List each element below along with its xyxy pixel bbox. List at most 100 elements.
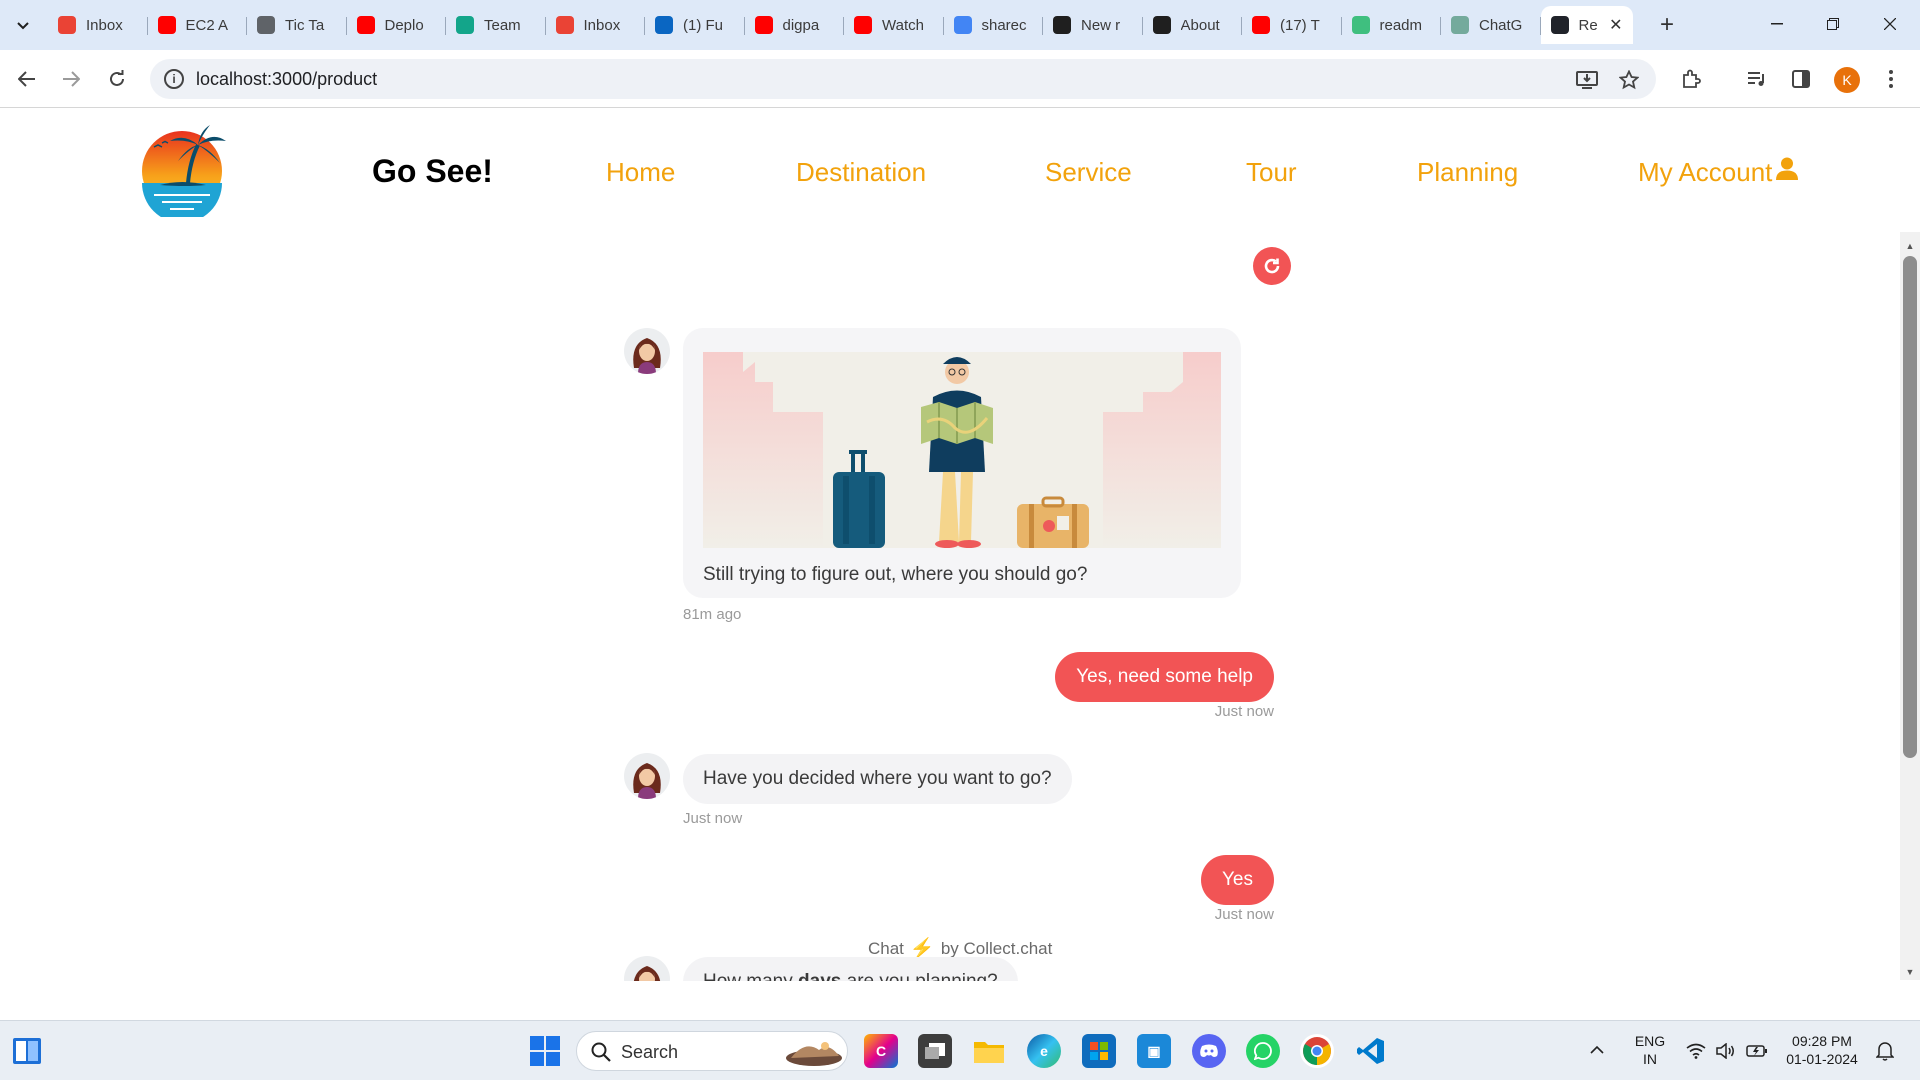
media-controls-icon[interactable] <box>1742 64 1772 94</box>
url-text[interactable]: localhost:3000/product <box>196 69 377 90</box>
browser-tab[interactable]: (17) T <box>1242 6 1342 44</box>
bot-message-card: Still trying to figure out, where you sh… <box>683 328 1241 598</box>
browser-tab[interactable]: Inbox <box>48 6 148 44</box>
browser-tab-active[interactable]: Re ✕ <box>1540 6 1633 44</box>
back-arrow-icon <box>18 71 35 87</box>
minimize-button[interactable] <box>1754 8 1800 40</box>
message-timestamp: Just now <box>683 810 743 827</box>
tab-title: EC2 A <box>185 16 229 34</box>
address-bar[interactable]: i localhost:3000/product <box>150 59 1656 99</box>
scrollbar-thumb[interactable] <box>1903 256 1917 758</box>
install-app-icon[interactable] <box>1574 67 1600 93</box>
discord-icon[interactable] <box>1192 1034 1226 1068</box>
youtube-icon <box>754 16 773 34</box>
browser-tab[interactable]: Inbox <box>546 6 646 44</box>
bot-avatar <box>624 328 670 374</box>
tab-title: Deplo <box>384 16 424 34</box>
github-icon <box>1053 16 1071 34</box>
bot-avatar <box>624 753 670 799</box>
browser-tab[interactable]: digpa <box>745 6 845 44</box>
youtube-icon <box>157 16 176 34</box>
nav-home[interactable]: Home <box>606 157 675 188</box>
edge-browser-icon[interactable]: e <box>1027 1034 1061 1068</box>
browser-tab[interactable]: sharec <box>944 6 1044 44</box>
site-info-icon[interactable]: i <box>164 69 184 89</box>
browser-menu-icon[interactable] <box>1876 64 1906 94</box>
extensions-icon[interactable] <box>1676 64 1706 94</box>
linkedin-icon <box>655 16 673 34</box>
profile-avatar[interactable]: K <box>1834 67 1860 93</box>
github-icon <box>1152 16 1171 34</box>
chrome-icon[interactable] <box>1300 1034 1334 1068</box>
clock-date: 01-01-2024 <box>1786 1051 1858 1067</box>
youtube-icon <box>854 16 872 34</box>
microsoft-store-icon[interactable] <box>1082 1034 1116 1068</box>
google-icon <box>953 16 972 34</box>
nav-my-account-label: My Account <box>1638 157 1773 187</box>
browser-tab[interactable]: New r <box>1043 6 1143 44</box>
tab-title: (1) Fu <box>683 16 724 34</box>
volume-icon[interactable] <box>1716 1043 1736 1059</box>
taskbar-search[interactable]: Search <box>576 1031 848 1071</box>
browser-tab[interactable]: About <box>1143 6 1243 44</box>
input-language[interactable]: ENG IN <box>1630 1032 1670 1068</box>
start-button-windows-icon[interactable] <box>528 1034 562 1068</box>
new-tab-button[interactable]: + <box>1652 10 1682 40</box>
task-view-icon[interactable] <box>918 1034 952 1068</box>
globe-icon <box>257 16 275 34</box>
close-window-button[interactable] <box>1867 8 1913 40</box>
tab-search-chevron-icon[interactable] <box>8 11 38 41</box>
restore-button[interactable] <box>1810 8 1856 40</box>
scroll-up-arrow-icon[interactable]: ▲ <box>1904 240 1916 252</box>
file-explorer-icon[interactable] <box>972 1034 1006 1068</box>
restart-chat-button[interactable] <box>1253 247 1291 285</box>
site-logo[interactable] <box>140 125 230 223</box>
nav-my-account[interactable]: My Account <box>1638 157 1799 188</box>
search-placeholder[interactable]: Search <box>621 1042 678 1063</box>
wifi-icon[interactable] <box>1686 1043 1706 1059</box>
close-tab-icon[interactable]: ✕ <box>1609 15 1622 35</box>
browser-tab[interactable]: (1) Fu <box>645 6 745 44</box>
question3-suffix: are you planning? <box>841 971 998 981</box>
bot-message: Have you decided where you want to go? <box>683 754 1072 804</box>
browser-tab[interactable]: EC2 A <box>148 6 248 44</box>
app-icon[interactable]: ▣ <box>1137 1034 1171 1068</box>
browser-tab[interactable]: Deplo <box>347 6 447 44</box>
tab-title: Watch <box>882 16 924 34</box>
youtube-icon <box>1252 16 1270 34</box>
reload-button[interactable] <box>102 64 132 94</box>
reload-icon <box>110 70 124 86</box>
nav-service[interactable]: Service <box>1045 157 1132 188</box>
copilot-icon[interactable]: C <box>864 1034 898 1068</box>
browser-tab[interactable]: Tic Ta <box>247 6 347 44</box>
gmail-icon <box>555 16 574 34</box>
nav-tour[interactable]: Tour <box>1246 157 1297 188</box>
windows-taskbar: Search C e ▣ ENG IN 09:28 PM 01-01-2024 <box>0 1020 1920 1080</box>
brand-name[interactable]: Go See! <box>372 153 493 190</box>
notification-bell-icon[interactable] <box>1876 1041 1894 1061</box>
browser-tab[interactable]: ChatG <box>1441 6 1541 44</box>
browser-tab[interactable]: Watch <box>844 6 944 44</box>
nav-planning[interactable]: Planning <box>1417 157 1518 188</box>
message-timestamp: Just now <box>1214 906 1274 923</box>
side-panel-icon[interactable] <box>1786 64 1816 94</box>
nav-destination[interactable]: Destination <box>796 157 926 188</box>
back-button[interactable] <box>12 64 42 94</box>
browser-tab[interactable]: readm <box>1342 6 1442 44</box>
app-icon <box>1351 16 1370 34</box>
vscode-icon[interactable] <box>1354 1034 1388 1068</box>
forward-button[interactable] <box>56 64 86 94</box>
widgets-icon[interactable] <box>10 1034 44 1068</box>
clock[interactable]: 09:28 PM 01-01-2024 <box>1778 1032 1866 1068</box>
battery-icon[interactable] <box>1746 1043 1768 1059</box>
show-hidden-icons-chevron-icon[interactable] <box>1590 1045 1604 1054</box>
bookmark-star-icon[interactable] <box>1616 67 1642 93</box>
question3-bold: days <box>798 971 841 981</box>
tab-title: digpa <box>782 16 820 34</box>
language-code: ENG <box>1634 1033 1666 1049</box>
bot-message: How many days are you planning? <box>683 957 1018 981</box>
powered-by-label: by Collect.chat <box>940 938 1053 958</box>
whatsapp-icon[interactable] <box>1246 1034 1280 1068</box>
scroll-down-arrow-icon[interactable]: ▼ <box>1904 966 1916 978</box>
browser-tab[interactable]: Team <box>446 6 546 44</box>
